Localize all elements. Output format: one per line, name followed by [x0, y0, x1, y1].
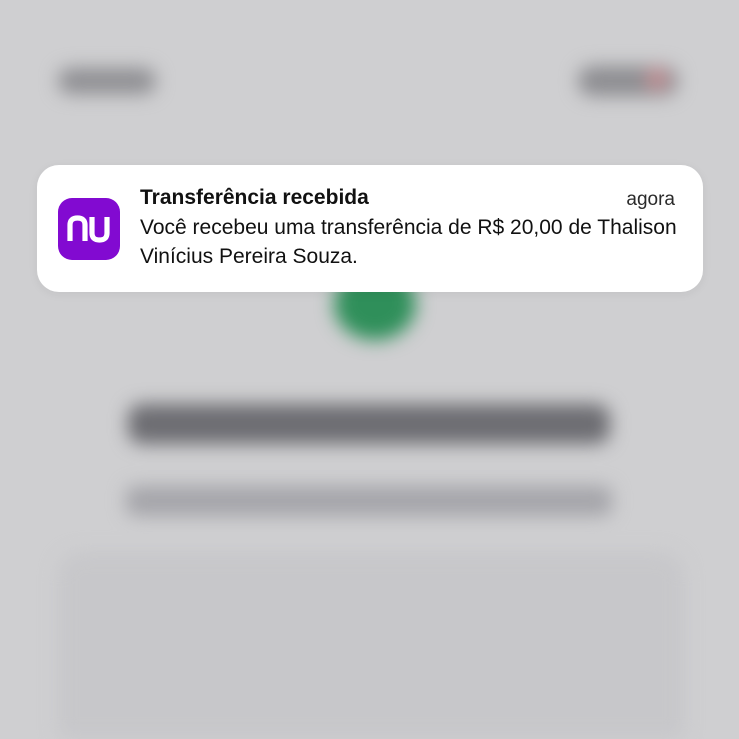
notification-body: Você recebeu uma transferência de R$ 20,… — [140, 216, 677, 268]
notification-title: Transferência recebida — [140, 186, 369, 209]
blurred-notification-dot — [646, 68, 668, 90]
nubank-app-icon — [58, 198, 120, 260]
notification-banner[interactable]: Transferência recebida agora Você recebe… — [37, 165, 703, 292]
blurred-subheading — [126, 486, 612, 516]
notification-timestamp: agora — [626, 189, 675, 210]
nu-logo-icon — [67, 215, 110, 243]
blurred-back-button — [58, 68, 156, 94]
blurred-background-app — [0, 0, 739, 739]
blurred-heading — [128, 404, 610, 444]
blurred-content-card — [58, 552, 684, 739]
